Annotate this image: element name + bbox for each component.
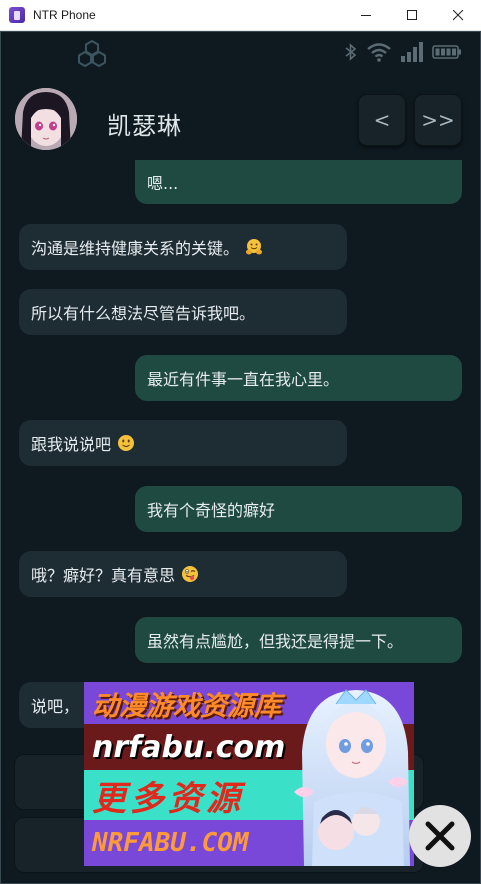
message-outgoing: 虽然有点尴尬，但我还是得提一下。 [135, 617, 462, 663]
avatar-image [15, 88, 77, 150]
slightly-smiling-face-icon [118, 435, 135, 451]
message-text: 所以有什么想法尽管告诉我吧。 [31, 304, 256, 323]
contact-avatar[interactable] [15, 88, 77, 150]
message-text: 说吧， [31, 697, 80, 716]
message-outgoing: 我有个奇怪的癖好 [135, 486, 462, 532]
bluetooth-icon [345, 43, 357, 61]
minimize-button[interactable] [343, 0, 389, 31]
ad-text-line1: 动漫游戏资源库 [92, 690, 281, 722]
ad-text-line3: 更多资源 [92, 778, 244, 819]
anime-character-illustration [294, 689, 410, 866]
close-icon [425, 821, 455, 851]
message-text: 嗯... [147, 174, 179, 193]
ad-text-line4: NRFABU.COM [92, 828, 249, 858]
message-incoming: 跟我说说吧 [19, 420, 347, 466]
message-text: 虽然有点尴尬，但我还是得提一下。 [147, 632, 404, 651]
signal-strength-icon [401, 42, 423, 62]
window-controls [343, 0, 481, 31]
skip-forward-button[interactable]: >> [414, 94, 462, 146]
message-incoming: 所以有什么想法尽管告诉我吧。 [19, 289, 347, 335]
contact-name: 凯瑟琳 [107, 112, 182, 140]
chat-header: 凯瑟琳 < >> [1, 84, 480, 160]
hexagon-logo-icon [78, 39, 106, 68]
message-text: 最近有件事一直在我心里。 [147, 370, 340, 389]
message-incoming: 哦？癖好？真有意思 [19, 551, 347, 597]
maximize-icon [406, 10, 417, 20]
message-text: 沟通是维持健康关系的关键。 [31, 239, 240, 258]
ad-text-line2: nrfabu.com [92, 729, 286, 765]
close-ad-button[interactable] [409, 805, 471, 867]
hugging-face-icon [246, 239, 263, 255]
battery-icon [432, 45, 461, 59]
close-window-button[interactable] [435, 0, 481, 31]
window-title: NTR Phone [33, 8, 96, 22]
message-text: 跟我说说吧 [31, 435, 112, 454]
message-incoming: 沟通是维持健康关系的关键。 [19, 224, 347, 270]
message-text: 我有个奇怪的癖好 [147, 501, 276, 520]
minimize-icon [360, 15, 371, 16]
advertisement-banner[interactable]: 动漫游戏资源库 nrfabu.com 更多资源 NRFABU.COM [84, 682, 414, 866]
previous-button[interactable]: < [358, 94, 406, 146]
close-icon [452, 10, 463, 21]
status-icons [345, 42, 462, 62]
message-text: 哦？癖好？真有意思 [31, 566, 176, 585]
winking-tongue-face-icon [182, 566, 199, 582]
maximize-button[interactable] [389, 0, 435, 31]
message-outgoing: 嗯... [135, 160, 462, 204]
window-titlebar: NTR Phone [0, 0, 481, 31]
app-icon [9, 7, 25, 23]
status-bar [1, 32, 480, 74]
wifi-icon [367, 43, 391, 62]
phone-screen: 凯瑟琳 < >> 嗯... 沟通是维持健康关系的关键。 所以有什么想法尽管告诉我… [0, 31, 481, 884]
message-outgoing: 最近有件事一直在我心里。 [135, 355, 462, 401]
